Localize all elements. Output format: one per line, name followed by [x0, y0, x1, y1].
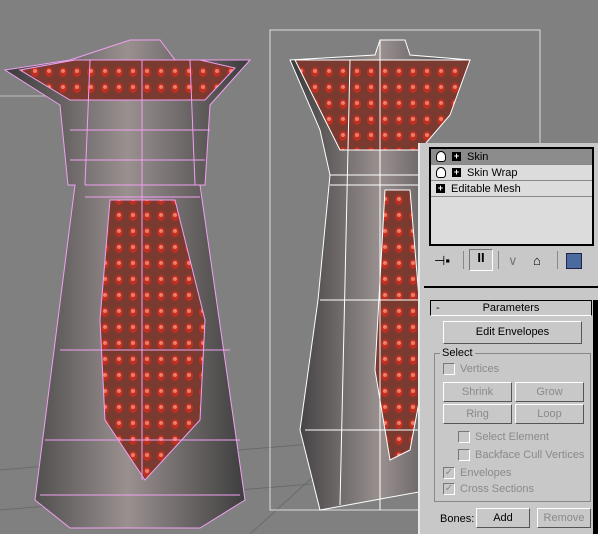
remove-bone-button[interactable]: Remove — [537, 508, 591, 528]
panel-scrollbar[interactable] — [593, 300, 598, 534]
edit-envelopes-button[interactable]: Edit Envelopes — [443, 321, 582, 344]
parameters-rollout-header[interactable]: - Parameters — [430, 300, 592, 316]
modifier-stack-list[interactable]: + Skin + Skin Wrap + Editable Mesh — [429, 147, 594, 246]
command-panel-modify: + Skin + Skin Wrap + Editable Mesh ⊣▪ II ∨ … — [418, 143, 598, 534]
cross-sections-checkbox[interactable]: ✓ Cross Sections — [443, 483, 534, 495]
lightbulb-icon[interactable] — [436, 167, 446, 178]
left-dress-model[interactable] — [3, 39, 252, 529]
envelopes-checkbox[interactable]: ✓ Envelopes — [443, 467, 511, 479]
make-unique-icon[interactable]: ∨ — [508, 253, 518, 269]
show-end-result-icon[interactable]: II — [469, 249, 493, 271]
stack-item-skin-wrap[interactable]: + Skin Wrap — [431, 165, 592, 181]
select-element-checkbox[interactable]: Select Element — [458, 431, 549, 443]
grow-button[interactable]: Grow — [515, 382, 584, 402]
shrink-button[interactable]: Shrink — [443, 382, 512, 402]
loop-button[interactable]: Loop — [515, 404, 584, 424]
expand-plus-icon[interactable]: + — [452, 152, 461, 161]
configure-modifier-sets-icon[interactable] — [566, 253, 582, 269]
remove-modifier-icon[interactable]: ⌂ — [533, 253, 541, 268]
lightbulb-icon[interactable] — [436, 151, 446, 162]
ring-button[interactable]: Ring — [443, 404, 512, 424]
stack-item-editable-mesh[interactable]: + Editable Mesh — [431, 181, 592, 197]
vertices-checkbox[interactable]: Vertices — [443, 363, 499, 375]
pin-stack-icon[interactable]: ⊣▪ — [434, 253, 450, 269]
add-bone-button[interactable]: Add — [476, 508, 530, 528]
expand-plus-icon[interactable]: + — [436, 184, 445, 193]
stack-item-skin[interactable]: + Skin — [431, 149, 592, 165]
backface-cull-vertices-checkbox[interactable]: Backface Cull Vertices — [458, 449, 584, 461]
expand-plus-icon[interactable]: + — [452, 168, 461, 177]
select-group — [434, 353, 591, 502]
